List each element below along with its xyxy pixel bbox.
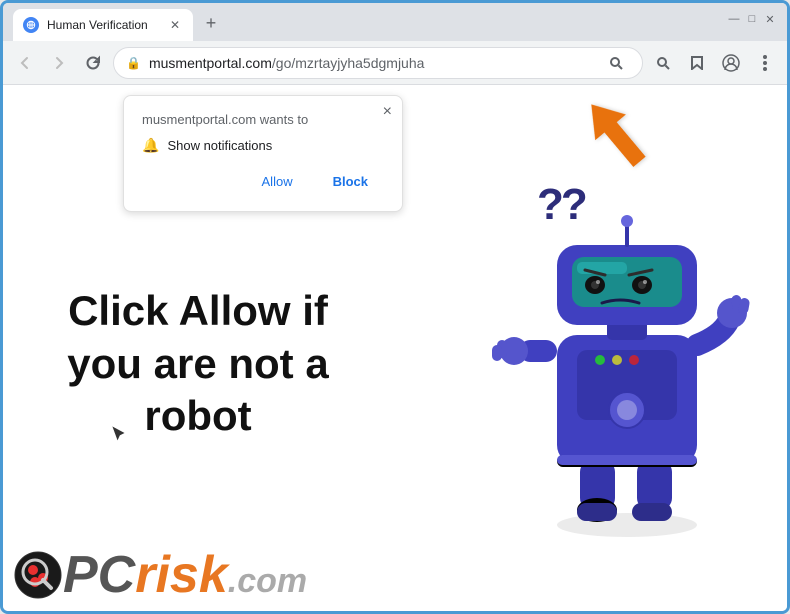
- page-content: × musmentportal.com wants to 🔔 Show noti…: [3, 85, 787, 611]
- question-marks: ??: [537, 180, 585, 230]
- allow-button[interactable]: Allow: [246, 168, 309, 195]
- forward-button[interactable]: [45, 49, 73, 77]
- pc-logo-text: PCrisk.com: [63, 549, 307, 601]
- url-path: /go/mzrtayjyha5dgmjuha: [272, 55, 425, 71]
- search-icon[interactable]: [602, 49, 630, 77]
- tab-title: Human Verification: [47, 18, 159, 32]
- title-bar: Human Verification ✕ + — □ ✕: [3, 3, 787, 41]
- bell-icon: 🔔: [142, 137, 159, 154]
- arrow-container: [577, 90, 657, 185]
- lock-icon: 🔒: [126, 56, 141, 70]
- minimize-button[interactable]: —: [727, 12, 741, 26]
- robot-svg: [477, 165, 757, 545]
- menu-icon[interactable]: [751, 49, 779, 77]
- close-button[interactable]: ✕: [763, 12, 777, 26]
- profile-icon[interactable]: [717, 49, 745, 77]
- window-controls: — □ ✕: [727, 12, 777, 26]
- tab-close-button[interactable]: ✕: [167, 17, 183, 33]
- reload-button[interactable]: [79, 49, 107, 77]
- search-button[interactable]: [649, 49, 677, 77]
- notification-popup: × musmentportal.com wants to 🔔 Show noti…: [123, 95, 403, 212]
- mouse-cursor: [111, 425, 123, 443]
- url-text: musmentportal.com/go/mzrtayjyha5dgmjuha: [149, 55, 594, 71]
- tab-area: Human Verification ✕ +: [13, 3, 727, 41]
- new-tab-button[interactable]: +: [197, 9, 225, 37]
- pcrisk-logo-icon: [13, 550, 63, 600]
- block-button[interactable]: Block: [317, 168, 384, 195]
- main-text-content: Click Allow if you are not a robot: [67, 287, 328, 439]
- url-origin: musmentportal.com: [149, 55, 272, 71]
- popup-site-text: musmentportal.com wants to: [142, 112, 384, 127]
- orange-arrow-icon: [577, 90, 657, 180]
- active-tab[interactable]: Human Verification ✕: [13, 9, 193, 41]
- popup-notification-label: Show notifications: [167, 138, 272, 153]
- back-button[interactable]: [11, 49, 39, 77]
- address-bar: 🔒 musmentportal.com/go/mzrtayjyha5dgmjuh…: [3, 41, 787, 85]
- tab-favicon: [23, 17, 39, 33]
- popup-notification-row: 🔔 Show notifications: [142, 137, 384, 154]
- popup-buttons: Allow Block: [142, 168, 384, 195]
- pcrisk-logo-text: PCrisk.com: [63, 549, 307, 601]
- main-text: Click Allow if you are not a robot: [53, 285, 343, 443]
- robot-illustration: ??: [477, 165, 757, 545]
- footer-watermark: PCrisk.com: [3, 549, 787, 601]
- maximize-button[interactable]: □: [745, 12, 759, 26]
- bookmark-icon[interactable]: [683, 49, 711, 77]
- popup-close-button[interactable]: ×: [383, 104, 392, 120]
- browser-window: Human Verification ✕ + — □ ✕ 🔒 musmentpo…: [0, 0, 790, 614]
- url-bar[interactable]: 🔒 musmentportal.com/go/mzrtayjyha5dgmjuh…: [113, 47, 643, 79]
